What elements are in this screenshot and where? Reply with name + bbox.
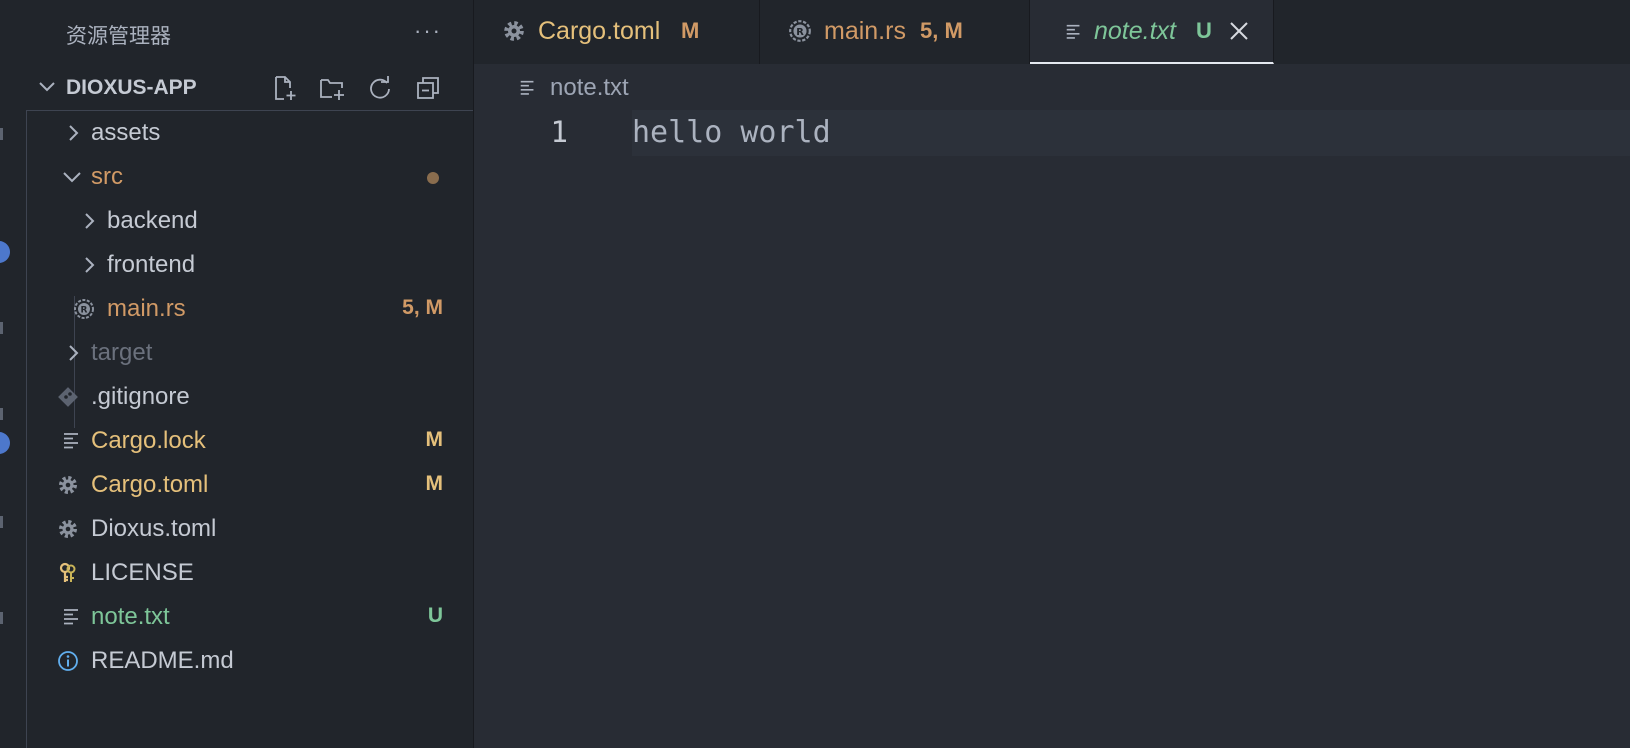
- tree-item-src[interactable]: src: [27, 155, 473, 199]
- info-icon: [58, 651, 78, 671]
- activity-icon-edge[interactable]: [0, 516, 3, 528]
- tree-item-label: frontend: [107, 251, 196, 278]
- workspace-title: DIOXUS-APP: [66, 76, 197, 99]
- activity-icon-edge[interactable]: [0, 612, 3, 624]
- tree-item-cargo-lock[interactable]: Cargo.lock M: [27, 419, 473, 463]
- tree-item-note-txt[interactable]: note.txt U: [27, 595, 473, 639]
- text-file-icon: [1066, 24, 1080, 39]
- tree-item-target[interactable]: target: [27, 331, 473, 375]
- license-key-icon: [59, 562, 76, 582]
- tab-note-txt[interactable]: note.txt U: [1030, 0, 1274, 64]
- problem-badge: 5, M: [402, 296, 443, 319]
- chevron-right-icon: [69, 345, 79, 361]
- refresh-icon[interactable]: [366, 74, 394, 102]
- tree-item-label: note.txt: [91, 603, 170, 630]
- text-file-icon: [64, 609, 78, 625]
- gear-icon: [59, 520, 77, 538]
- breadcrumb-file[interactable]: note.txt: [550, 74, 629, 102]
- editor-tab-bar: Cargo.toml M R main.rs 5, M note.txt U: [474, 0, 1630, 64]
- tree-item-frontend[interactable]: frontend: [27, 243, 473, 287]
- svg-text:R: R: [796, 27, 804, 38]
- gear-icon: [59, 476, 77, 494]
- tab-label: Cargo.toml: [538, 17, 661, 45]
- explorer-title: 资源管理器: [66, 25, 171, 48]
- tree-item-dioxus-toml[interactable]: Dioxus.toml: [27, 507, 473, 551]
- tree-item-cargo-toml[interactable]: Cargo.toml M: [27, 463, 473, 507]
- text-file-icon: [64, 433, 78, 449]
- explorer-sidebar: 资源管理器 ··· DIOXUS-APP assets src backend …: [26, 0, 474, 748]
- chevron-right-icon: [69, 125, 79, 141]
- tree-item-license[interactable]: LICENSE: [27, 551, 473, 595]
- gear-icon: [504, 21, 524, 41]
- git-icon: [58, 387, 78, 407]
- modified-dot-badge: [427, 172, 439, 184]
- tree-item-assets[interactable]: assets: [27, 111, 473, 155]
- tree-item-label: src: [91, 163, 123, 190]
- tree-item-label: README.md: [91, 647, 234, 674]
- text-file-icon: [520, 80, 534, 95]
- chevron-right-icon: [85, 257, 95, 273]
- explorer-header: 资源管理器 ···: [26, 0, 473, 64]
- tree-item-gitignore[interactable]: .gitignore: [27, 375, 473, 419]
- tree-item-label: Dioxus.toml: [91, 515, 217, 542]
- tree-item-label: backend: [107, 207, 198, 234]
- git-status-badge: U: [427, 604, 443, 627]
- tree-item-label: LICENSE: [91, 559, 194, 586]
- activity-badge-dot[interactable]: [0, 241, 10, 263]
- tree-item-label: Cargo.lock: [91, 427, 206, 454]
- tree-item-readme[interactable]: README.md: [27, 639, 473, 683]
- tab-cargo-toml[interactable]: Cargo.toml M: [474, 0, 760, 64]
- tab-status-badge: 5, M: [920, 18, 963, 43]
- chevron-down-icon[interactable]: [36, 76, 58, 98]
- rust-icon: R: [74, 299, 94, 319]
- git-status-badge: M: [425, 472, 444, 495]
- activity-icon-edge[interactable]: [0, 408, 3, 420]
- chevron-right-icon: [85, 213, 95, 229]
- tree-item-label: Cargo.toml: [91, 471, 209, 498]
- chevron-down-icon: [63, 172, 81, 183]
- workspace-section-header[interactable]: DIOXUS-APP: [26, 66, 473, 110]
- tree-item-backend[interactable]: backend: [27, 199, 473, 243]
- git-status-badge: M: [425, 428, 444, 451]
- ellipsis-icon[interactable]: ···: [414, 18, 442, 44]
- tab-label: note.txt: [1094, 17, 1176, 45]
- new-file-icon[interactable]: [270, 74, 298, 102]
- tree-item-label: target: [91, 339, 153, 366]
- activity-badge-dot[interactable]: [0, 432, 10, 454]
- activity-bar: [0, 0, 26, 748]
- file-tree: assets src backend frontend R main.rs 5,…: [26, 110, 473, 748]
- tree-item-main-rs[interactable]: R main.rs 5, M: [27, 287, 473, 331]
- tab-status-badge: M: [681, 18, 700, 43]
- activity-icon-edge[interactable]: [0, 128, 3, 140]
- tree-item-label: .gitignore: [91, 383, 190, 410]
- line-number: 1: [550, 115, 568, 149]
- close-icon[interactable]: [1228, 20, 1250, 42]
- new-folder-icon[interactable]: [318, 74, 346, 102]
- code-line[interactable]: hello world: [632, 115, 831, 150]
- activity-icon-edge[interactable]: [0, 322, 3, 334]
- tab-status-badge: U: [1196, 18, 1212, 43]
- tab-main-rs[interactable]: R main.rs 5, M: [760, 0, 1030, 64]
- tree-item-label: main.rs: [107, 295, 186, 322]
- svg-text:R: R: [81, 306, 88, 316]
- tree-item-label: assets: [91, 119, 161, 146]
- tab-label: main.rs: [824, 17, 906, 45]
- collapse-all-icon[interactable]: [414, 74, 442, 102]
- rust-icon: R: [789, 20, 811, 42]
- code-editor[interactable]: 1 hello world: [474, 110, 1630, 748]
